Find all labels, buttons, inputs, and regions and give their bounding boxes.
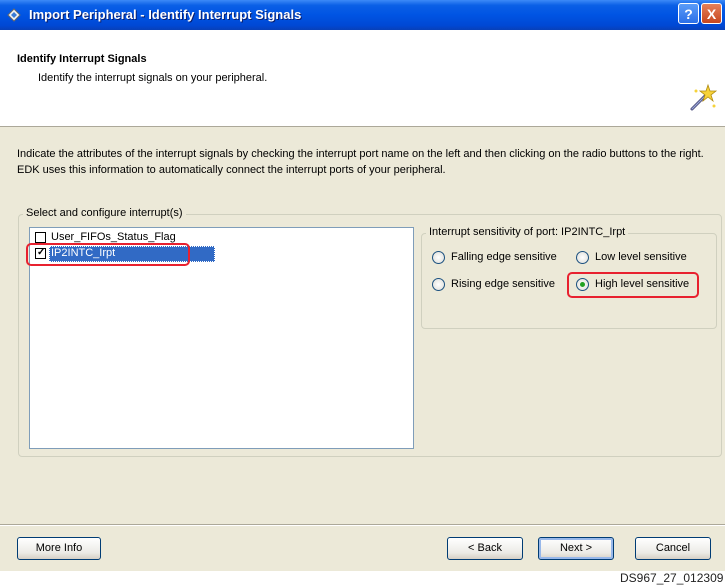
interrupt-group-legend: Select and configure interrupt(s)	[23, 207, 186, 219]
figure-caption: DS967_27_012309	[620, 571, 724, 585]
close-button[interactable]: X	[701, 3, 722, 24]
sensitivity-group-legend: Interrupt sensitivity of port: IP2INTC_I…	[426, 226, 629, 238]
back-button[interactable]: < Back	[447, 537, 523, 560]
page-title: Identify Interrupt Signals	[17, 53, 147, 65]
peripheral-app-icon	[7, 8, 21, 22]
radio-circle-icon[interactable]	[432, 278, 445, 291]
instructions-text: Indicate the attributes of the interrupt…	[17, 148, 704, 176]
wizard-wand-icon	[690, 83, 718, 111]
falling-edge-label: Falling edge sensitive	[451, 251, 557, 263]
window-title: Import Peripheral - Identify Interrupt S…	[29, 7, 302, 22]
page-subtitle: Identify the interrupt signals on your p…	[38, 72, 268, 84]
selected-item-highlight	[26, 243, 190, 266]
low-level-label: Low level sensitive	[595, 251, 687, 263]
selected-option-highlight	[567, 272, 699, 298]
cancel-button[interactable]: Cancel	[635, 537, 711, 560]
radio-circle-icon[interactable]	[432, 251, 445, 264]
list-item-label: User_FIFOs_Status_Flag	[51, 231, 176, 243]
import-peripheral-dialog: Import Peripheral - Identify Interrupt S…	[0, 0, 725, 571]
radio-circle-icon[interactable]	[576, 251, 589, 264]
next-button[interactable]: Next >	[538, 537, 614, 560]
rising-edge-label: Rising edge sensitive	[451, 278, 555, 290]
footer-divider	[0, 524, 725, 526]
user-fifos-checkbox[interactable]	[35, 232, 46, 243]
wizard-header: Identify Interrupt Signals Identify the …	[0, 30, 725, 127]
more-info-button[interactable]: More Info	[17, 537, 101, 560]
title-bar[interactable]: Import Peripheral - Identify Interrupt S…	[0, 0, 725, 30]
help-button[interactable]: ?	[678, 3, 699, 24]
